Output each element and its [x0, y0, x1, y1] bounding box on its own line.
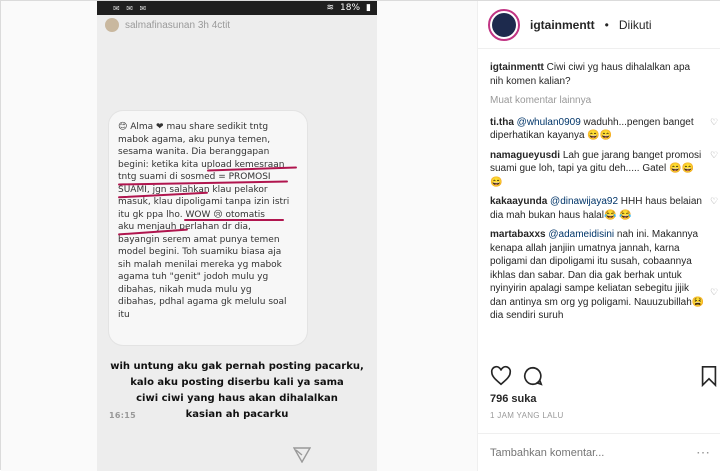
- comment-item: namagueyusdi Lah gue jarang banget promo…: [490, 149, 718, 190]
- battery-icon: ▮: [366, 3, 371, 13]
- comment-user[interactable]: namagueyusdi: [490, 150, 560, 161]
- comment-user[interactable]: igtainmentt: [490, 62, 544, 73]
- add-comment-bar: ⋯: [478, 433, 720, 471]
- comment-mention[interactable]: @whulan0909: [517, 117, 581, 128]
- bubble-line: 😊 Alma ❤ mau share sedikit tntg: [118, 122, 269, 132]
- caption-line: kasian ah pacarku: [185, 409, 289, 420]
- comment-input[interactable]: [490, 446, 696, 459]
- bubble-line: sih malah menilai mereka yg mabok: [118, 259, 282, 270]
- comment-user[interactable]: kakaayunda: [490, 196, 547, 207]
- comment-item: ti.tha @whulan0909 waduhh...pengen bange…: [490, 116, 718, 143]
- like-comment-icon[interactable]: ♡: [710, 117, 718, 126]
- story-avatar: [105, 18, 119, 32]
- instagram-post-window: 16:15 ✉ ✉ ✉ ≋ 18% ▮ salmafinasunan 3h 4c…: [0, 0, 720, 471]
- comment-item: kakaayunda @dinawijaya92 HHH haus belaia…: [490, 195, 718, 222]
- like-comment-icon[interactable]: ♡: [710, 197, 718, 206]
- comment-user[interactable]: martabaxxs: [490, 229, 546, 240]
- follow-status[interactable]: Diikuti: [619, 18, 652, 32]
- separator-dot: •: [604, 17, 609, 32]
- story-caption: wih untung aku gak pernah posting pacark…: [97, 359, 377, 423]
- bubble-line: bayangin serem amat punya temen: [118, 234, 280, 245]
- post-detail-panel: igtainmentt • Diikuti igtainmentt Ciwi c…: [477, 1, 720, 471]
- comment-user[interactable]: ti.tha: [490, 117, 514, 128]
- post-header: igtainmentt • Diikuti: [478, 1, 720, 49]
- bookmark-icon[interactable]: [700, 365, 718, 387]
- likes-count[interactable]: 796 suka: [490, 393, 536, 405]
- caption-comment: igtainmentt Ciwi ciwi yg haus dihalalkan…: [490, 61, 718, 88]
- bubble-line: dibahas, pdhal agama gk melulu soal: [118, 297, 287, 307]
- post-image[interactable]: 16:15 ✉ ✉ ✉ ≋ 18% ▮ salmafinasunan 3h 4c…: [1, 1, 477, 471]
- status-right: ≋ 18% ▮: [326, 3, 371, 13]
- story-screenshot: 16:15 ✉ ✉ ✉ ≋ 18% ▮ salmafinasunan 3h 4c…: [97, 1, 377, 471]
- comment-mention[interactable]: @dinawijaya92: [550, 196, 618, 207]
- avatar[interactable]: [488, 8, 520, 41]
- bubble-line: mabok agama, aku punya temen,: [118, 134, 271, 145]
- caption-line: kalo aku posting diserbu kali ya sama: [130, 377, 344, 388]
- post-actions: [490, 365, 718, 389]
- comment-text: nah ini. Makannya kenapa allah janjiin u…: [490, 229, 705, 321]
- bubble-line: agama tuh "genit" jodoh mulu yg: [118, 272, 269, 282]
- comment-icon[interactable]: [522, 365, 544, 387]
- bubble-line: masuk, klau dipoligami tanpa izin istri: [118, 197, 290, 207]
- wifi-icon: ≋: [326, 3, 335, 13]
- message-bubble: 😊 Alma ❤ mau share sedikit tntg mabok ag…: [109, 111, 307, 345]
- like-comment-icon[interactable]: ♡: [710, 288, 718, 297]
- caption-line: wih untung aku gak pernah posting pacark…: [110, 361, 364, 372]
- heart-icon[interactable]: [490, 365, 512, 387]
- notification-icons: ✉ ✉ ✉: [113, 3, 149, 13]
- bubble-line: model begini. Toh suamiku biasa aja: [118, 247, 282, 257]
- like-comment-icon[interactable]: ♡: [710, 150, 718, 159]
- send-icon: [293, 447, 311, 463]
- post-timestamp: 1 JAM YANG LALU: [490, 411, 564, 420]
- story-username: salmafinasunan 3h 4ctit: [125, 19, 231, 31]
- bubble-line: itu: [118, 309, 130, 320]
- load-more-comments[interactable]: Muat komentar lainnya: [490, 94, 718, 108]
- underline-mark: [184, 219, 284, 221]
- phone-status-bar: 16:15 ✉ ✉ ✉ ≋ 18% ▮: [97, 1, 377, 420]
- comment-mention[interactable]: @adameidisini: [548, 229, 614, 240]
- header-username[interactable]: igtainmentt: [530, 18, 595, 32]
- comments-list: igtainmentt Ciwi ciwi yg haus dihalalkan…: [490, 61, 718, 361]
- bubble-line: sesama wanita. Dia beranggapan: [118, 147, 270, 157]
- ellipsis-icon[interactable]: ⋯: [696, 444, 710, 461]
- bubble-line: dibahas, nikah muda mulu yg: [118, 284, 252, 295]
- battery-level: 18%: [340, 3, 361, 13]
- comment-item: martabaxxs @adameidisini nah ini. Makann…: [490, 228, 718, 323]
- story-header: salmafinasunan 3h 4ctit: [97, 15, 377, 35]
- caption-line: ciwi ciwi yang haus akan dihalalkan: [136, 393, 338, 404]
